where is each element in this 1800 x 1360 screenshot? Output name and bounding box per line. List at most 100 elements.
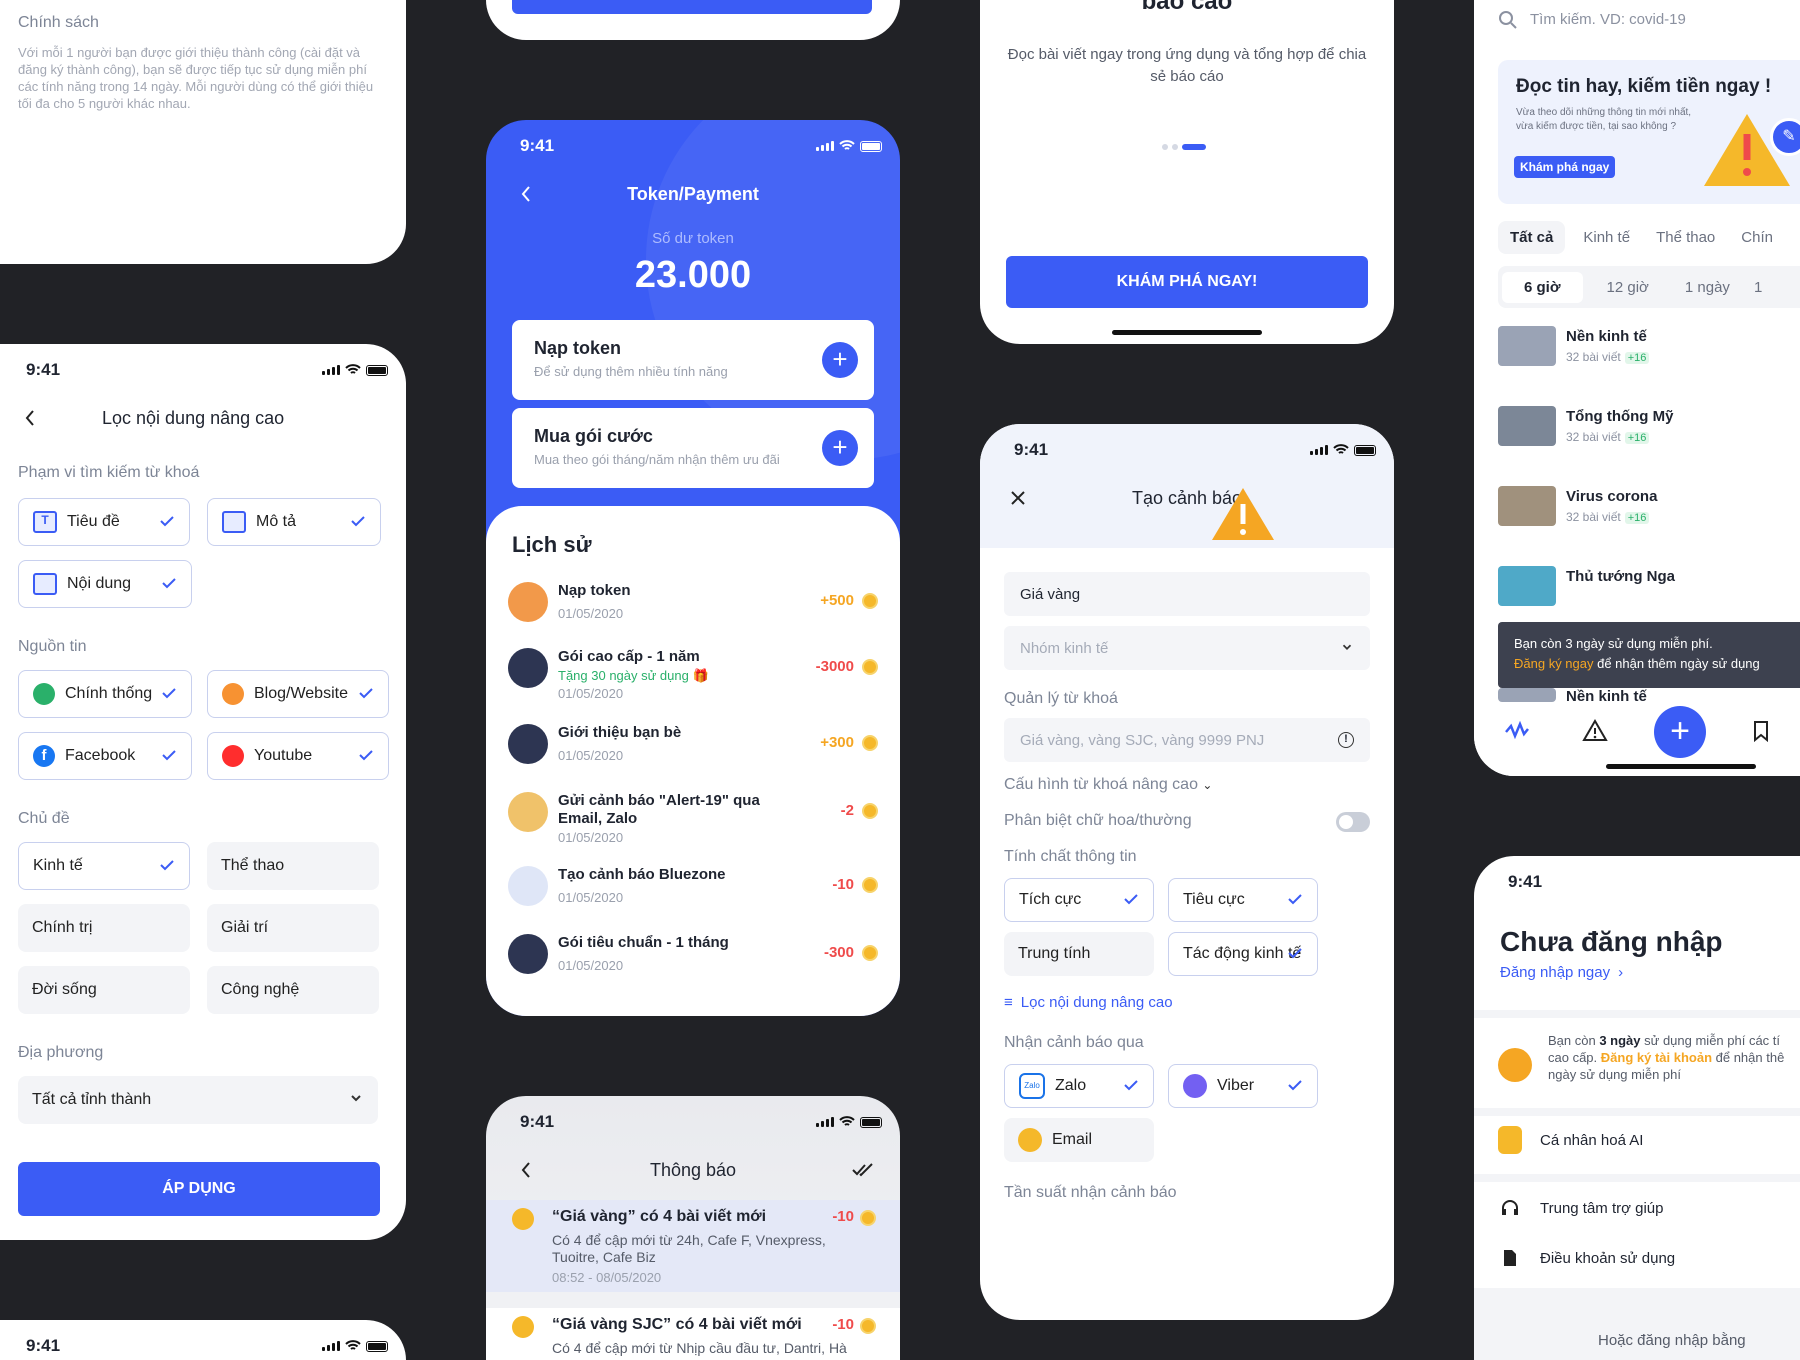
history-item-value: -2 [840, 802, 854, 819]
advanced-filter-link[interactable]: ≡ Lọc nội dung nâng cao [1004, 994, 1173, 1011]
menu-ai[interactable]: Cá nhân hoá AI [1498, 1118, 1800, 1166]
coin-icon [862, 877, 878, 893]
add-icon[interactable]: + [822, 342, 858, 378]
time-more[interactable]: 1 [1754, 272, 1762, 303]
chip-zalo[interactable]: Zalo Zalo [1004, 1064, 1154, 1108]
news-topic-row[interactable]: Nền kinh tế 32 bài viết +16 [1498, 326, 1800, 376]
history-item[interactable]: Giới thiệu bạn bè 01/05/2020 +300 [508, 724, 878, 784]
menu-terms[interactable]: Điều khoản sử dụng [1498, 1238, 1800, 1278]
add-fab[interactable]: + [1654, 706, 1706, 758]
chip-negative[interactable]: Tiêu cực [1168, 878, 1318, 922]
register-link[interactable]: Đăng ký ngay [1514, 656, 1594, 671]
case-sensitive-toggle[interactable] [1336, 812, 1370, 832]
register-account-link[interactable]: Đăng ký tài khoản [1601, 1050, 1712, 1065]
news-topic-row[interactable]: Tổng thống Mỹ 32 bài viết +16 [1498, 406, 1800, 456]
chip-facebook[interactable]: f Facebook [18, 732, 192, 780]
history-item-value: -300 [823, 944, 854, 961]
chip-youtube[interactable]: Youtube [207, 732, 389, 780]
notification-item-title: “Giá vàng” có 4 bài viết mới [552, 1208, 767, 1225]
back-icon[interactable] [24, 408, 36, 428]
package-card[interactable]: Mua gói cước Mua theo gói tháng/năm nhận… [512, 408, 874, 488]
partial-screen-top [486, 0, 900, 40]
region-select[interactable]: Tất cả tỉnh thành [18, 1076, 378, 1124]
chip-noi-dung[interactable]: Nội dung [18, 560, 192, 608]
toast-line2-text: để nhận thêm ngày sử dụng [1593, 656, 1760, 671]
alert-icon[interactable] [1582, 718, 1608, 742]
history-item[interactable]: Gói cao cấp - 1 năm Tặng 30 ngày sử dụng… [508, 648, 878, 708]
menu-help[interactable]: Trung tâm trợ giúp [1498, 1188, 1800, 1228]
check-icon [162, 688, 176, 699]
chip-positive[interactable]: Tích cực [1004, 878, 1154, 922]
topic-title: Nền kinh tế [1566, 328, 1647, 345]
chip-economic-impact[interactable]: Tác động kinh tế [1168, 932, 1318, 976]
topic-plus: +16 [1624, 512, 1650, 524]
chip-giai-tri[interactable]: Giải trí [207, 904, 379, 952]
blogger-icon [222, 683, 244, 705]
group-select[interactable]: Nhóm kinh tế [1004, 626, 1370, 670]
history-item[interactable]: Gửi cảnh báo "Alert-19" qua Email, Zalo … [508, 792, 878, 852]
chip-chinh-thong[interactable]: Chính thống [18, 670, 192, 718]
banner-button[interactable]: Khám phá ngay [1514, 156, 1616, 178]
news-topic-row[interactable]: Virus corona 32 bài viết +16 [1498, 486, 1800, 536]
signal-icon [322, 365, 340, 375]
partial-button[interactable] [512, 0, 872, 14]
login-link[interactable]: Đăng nhập ngay › [1500, 964, 1623, 981]
trial-toast[interactable]: Bạn còn 3 ngày sử dụng miễn phí. Đăng ký… [1498, 622, 1800, 688]
chip-blog[interactable]: Blog/Website [207, 670, 389, 718]
notification-item-title: “Giá vàng SJC” có 4 bài viết mới [552, 1316, 802, 1333]
check-icon [162, 750, 176, 761]
history-item-date: 01/05/2020 [558, 748, 624, 763]
zalo-icon: Zalo [1019, 1073, 1045, 1099]
time-6h[interactable]: 6 giờ [1502, 271, 1583, 303]
wifi-icon [839, 140, 855, 150]
wifi-icon [839, 1116, 855, 1126]
tab-sports[interactable]: Thể thao [1648, 221, 1723, 254]
chip-cong-nghe[interactable]: Công nghệ [207, 966, 379, 1014]
notification-item[interactable]: “Giá vàng SJC” có 4 bài viết mới -10 Có … [486, 1308, 900, 1360]
frequency-label: Tần suất nhận cảnh báo [1004, 1184, 1177, 1201]
chip-chinh-tri[interactable]: Chính trị [18, 904, 190, 952]
coin-icon [862, 803, 878, 819]
topic-sub: 32 bài viết +16 [1566, 350, 1650, 364]
history-item[interactable]: Gói tiêu chuẩn - 1 tháng 01/05/2020 -300 [508, 934, 878, 994]
keyword-input[interactable]: Giá vàng, vàng SJC, vàng 9999 PNJ ! [1004, 718, 1370, 762]
package-title: Mua gói cước [534, 426, 653, 446]
tab-all[interactable]: Tất cả [1498, 220, 1566, 254]
trial-text-a: Bạn còn [1548, 1033, 1600, 1048]
status-icons [322, 1340, 388, 1352]
chip-mo-ta[interactable]: Mô tả [207, 498, 381, 546]
time-1d[interactable]: 1 ngày [1673, 272, 1742, 303]
chip-viber[interactable]: Viber [1168, 1064, 1318, 1108]
check-icon [359, 750, 373, 761]
chip-email[interactable]: Email [1004, 1118, 1154, 1162]
tab-politics[interactable]: Chín [1733, 221, 1781, 254]
add-icon[interactable]: + [822, 430, 858, 466]
check-icon [1124, 894, 1138, 905]
advanced-keyword-toggle[interactable]: Cấu hình từ khoá nâng cao ⌄ [1004, 776, 1212, 794]
bookmark-icon[interactable] [1752, 720, 1770, 742]
official-news-icon [33, 683, 55, 705]
info-icon[interactable]: ! [1338, 732, 1354, 748]
chip-neutral[interactable]: Trung tính [1004, 932, 1154, 976]
mark-all-read-icon[interactable] [852, 1162, 874, 1178]
activity-icon[interactable] [1504, 720, 1532, 740]
notification-item[interactable]: “Giá vàng” có 4 bài viết mới -10 Có 4 để… [486, 1200, 900, 1292]
edit-icon[interactable]: ✎ [1770, 118, 1800, 156]
promo-banner[interactable]: Đọc tin hay, kiếm tiền ngay ! Vừa theo d… [1498, 60, 1800, 204]
alert-name-input[interactable]: Giá vàng [1004, 572, 1370, 616]
chip-kinh-te[interactable]: Kinh tế [18, 842, 190, 890]
chip-tieu-de[interactable]: T Tiêu đề [18, 498, 190, 546]
history-item[interactable]: Nạp token 01/05/2020 +500 [508, 582, 878, 642]
chip-the-thao[interactable]: Thể thao [207, 842, 379, 890]
apply-button[interactable]: ÁP DỤNG [18, 1162, 380, 1216]
explore-button[interactable]: KHÁM PHÁ NGAY! [1006, 256, 1368, 308]
chip-doi-song[interactable]: Đời sống [18, 966, 190, 1014]
tab-economy[interactable]: Kinh tế [1575, 221, 1638, 254]
topup-card[interactable]: Nạp token Để sử dụng thêm nhiều tính năn… [512, 320, 874, 400]
news-topic-row[interactable]: Thủ tướng Nga [1498, 566, 1800, 616]
check-icon [351, 516, 365, 527]
wifi-icon [1333, 444, 1349, 454]
history-item[interactable]: Tạo cảnh báo Bluezone 01/05/2020 -10 [508, 866, 878, 926]
search-bar[interactable]: Tìm kiếm. VD: covid-19 [1498, 0, 1800, 40]
time-12h[interactable]: 12 giờ [1595, 272, 1661, 303]
